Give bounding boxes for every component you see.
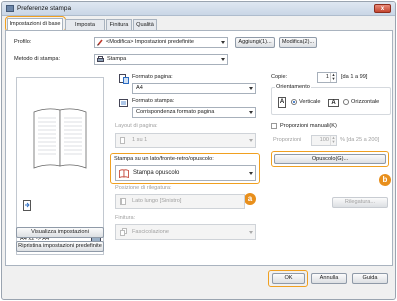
- print-sides-select[interactable]: Stampa opuscolo: [115, 165, 256, 181]
- view-settings-button[interactable]: Visualizza impostazioni: [16, 227, 104, 238]
- finishing-value: Fascicolazione: [132, 229, 169, 235]
- booklet-button[interactable]: Opuscolo(G)...: [274, 154, 386, 164]
- landscape-icon: A: [328, 99, 339, 107]
- gutter-button[interactable]: Rilegatura...: [332, 197, 388, 208]
- scaling-range: % [da 25 a 200]: [340, 137, 380, 143]
- page-size-value: A4: [136, 85, 143, 91]
- single-page-icon: [120, 137, 125, 144]
- chevron-down-icon: [221, 41, 225, 44]
- finishing-label: Finitura:: [115, 215, 136, 221]
- output-size-select[interactable]: Corrispondenza formato pagina: [132, 107, 256, 118]
- cancel-button[interactable]: Annulla: [311, 273, 347, 284]
- profile-select[interactable]: <Modifica> Impostazioni predefinite: [94, 37, 228, 48]
- profile-label: Profilo:: [14, 39, 32, 45]
- output-size-icon: [119, 98, 129, 108]
- ok-button[interactable]: OK: [272, 273, 305, 284]
- help-button[interactable]: Guida: [352, 273, 388, 284]
- print-method-value: Stampa: [107, 56, 127, 62]
- print-sides-value: Stampa opuscolo: [133, 170, 180, 176]
- title-bar: Preferenze stampa x: [2, 2, 395, 16]
- chevron-down-icon: [249, 172, 253, 175]
- output-size-value: Corrispondenza formato pagina: [136, 109, 215, 115]
- add-profile-button[interactable]: Aggiungi(1)...: [235, 37, 275, 48]
- callout-badge-b: b: [379, 174, 391, 186]
- booklet-icon: [119, 169, 129, 179]
- chevron-down-icon: [249, 111, 253, 114]
- page-size-label: Formato pagina:: [132, 74, 173, 80]
- copies-value: 1: [325, 74, 329, 80]
- page-size-icon: [119, 74, 129, 84]
- portrait-radio[interactable]: [291, 99, 297, 105]
- binding-edge-icon: [120, 198, 126, 205]
- chevron-down-icon: [249, 87, 253, 90]
- portrait-icon: A: [278, 97, 286, 108]
- binding-value: Lato lungo [Sinistro]: [132, 198, 182, 204]
- edit-profile-button[interactable]: Modifica(2)...: [279, 37, 317, 48]
- page-size-select[interactable]: A4: [132, 83, 256, 94]
- callout-badge-a: a: [244, 193, 256, 205]
- orientation-label: Orientamento: [275, 84, 311, 90]
- scaling-spin-icon[interactable]: ▲ ▼: [330, 136, 336, 145]
- print-method-select[interactable]: Stampa: [94, 54, 228, 65]
- copies-input[interactable]: 1 ▲ ▼: [317, 72, 337, 83]
- landscape-radio[interactable]: [343, 99, 349, 105]
- close-button[interactable]: x: [374, 4, 391, 13]
- page-layout-label: Layout di pagina:: [115, 123, 158, 129]
- tab-page-setup[interactable]: Imposta pagina: [65, 19, 105, 38]
- collate-icon: [120, 228, 127, 236]
- binding-label: Posizione di rilegatura:: [115, 185, 172, 191]
- binding-select[interactable]: Lato lungo [Sinistro]: [115, 194, 245, 209]
- output-size-label: Formato stampa:: [132, 98, 175, 104]
- copies-range: [da 1 a 99]: [341, 74, 368, 80]
- manual-scaling-label: Proporzioni manuali(K): [280, 123, 337, 129]
- chevron-down-icon: [249, 139, 253, 142]
- scaling-label: Proporzioni: [273, 137, 302, 143]
- copies-spin-icon[interactable]: ▲ ▼: [330, 73, 336, 82]
- pencil-icon: [97, 39, 103, 46]
- print-sides-label: Stampa su un lato/fronte-retro/opuscolo:: [114, 156, 214, 162]
- page-layout-value: 1 su 1: [132, 137, 148, 143]
- printer-icon: [97, 56, 104, 63]
- preferences-window: Preferenze stampa x Impostazioni di base…: [1, 1, 396, 300]
- landscape-label: Orizzontale: [351, 99, 380, 105]
- manual-scaling-checkbox[interactable]: [271, 123, 277, 129]
- profile-value: <Modifica> Impostazioni predefinite: [106, 39, 194, 45]
- printer-icon: [6, 5, 14, 12]
- scaling-value: 100: [319, 137, 329, 143]
- chevron-down-icon: [249, 231, 253, 234]
- duplex-icon: [23, 200, 31, 211]
- restore-defaults-button[interactable]: Ripristina impostazioni predefinite: [16, 241, 104, 252]
- page-layout-select[interactable]: 1 su 1: [115, 133, 256, 148]
- copies-label: Copie:: [271, 74, 288, 80]
- chevron-down-icon: [221, 58, 225, 61]
- print-method-label: Metodo di stampa:: [14, 56, 61, 62]
- tab-finishing[interactable]: Finitura: [106, 19, 132, 30]
- scaling-input[interactable]: 100 ▲ ▼: [311, 135, 337, 146]
- window-title: Preferenze stampa: [17, 5, 71, 12]
- tab-quality[interactable]: Qualità: [133, 19, 157, 30]
- portrait-label: Verticale: [299, 99, 321, 105]
- settings-panel: Profilo: <Modifica> Impostazioni predefi…: [5, 30, 393, 266]
- finishing-select[interactable]: Fascicolazione: [115, 224, 256, 240]
- booklet-preview-image: [33, 108, 87, 169]
